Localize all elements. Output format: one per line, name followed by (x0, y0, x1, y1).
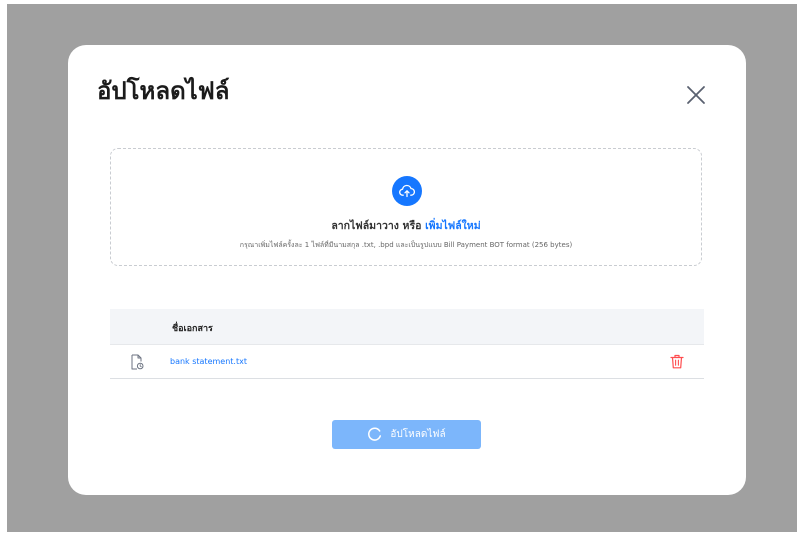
close-button[interactable] (685, 84, 707, 106)
file-icon (131, 354, 144, 370)
upload-file-button[interactable]: อัปโหลดไฟล์ (332, 420, 481, 449)
file-name-link[interactable]: bank statement.txt (170, 357, 247, 366)
file-table-header: ชื่อเอกสาร (110, 309, 704, 345)
close-icon (687, 86, 705, 104)
dropzone-text: ลากไฟล์มาวาง หรือ (331, 220, 422, 232)
upload-button-label: อัปโหลดไฟล์ (390, 429, 446, 440)
trash-icon[interactable] (670, 354, 684, 369)
loading-spinner-icon (368, 427, 382, 441)
file-dropzone[interactable]: ลากไฟล์มาวาง หรือ เพิ่มไฟล์ใหม่ กรุณาเพิ… (110, 148, 702, 266)
table-row: bank statement.txt (110, 345, 704, 379)
column-header-document-name: ชื่อเอกสาร (172, 324, 213, 334)
add-new-file-link[interactable]: เพิ่มไฟล์ใหม่ (425, 220, 481, 232)
upload-file-modal: อัปโหลดไฟล์ ลากไฟล์มาวาง หรือ เพิ่มไฟล์ใ… (68, 45, 746, 495)
dropzone-hint: กรุณาเพิ่มไฟล์ครั้งละ 1 ไฟล์ที่มีนามสกุล… (239, 241, 573, 249)
modal-title: อัปโหลดไฟล์ (97, 77, 230, 105)
dropzone-instruction: ลากไฟล์มาวาง หรือ เพิ่มไฟล์ใหม่ (111, 217, 701, 234)
cloud-upload-icon (399, 184, 415, 198)
upload-button-circle[interactable] (392, 176, 422, 206)
